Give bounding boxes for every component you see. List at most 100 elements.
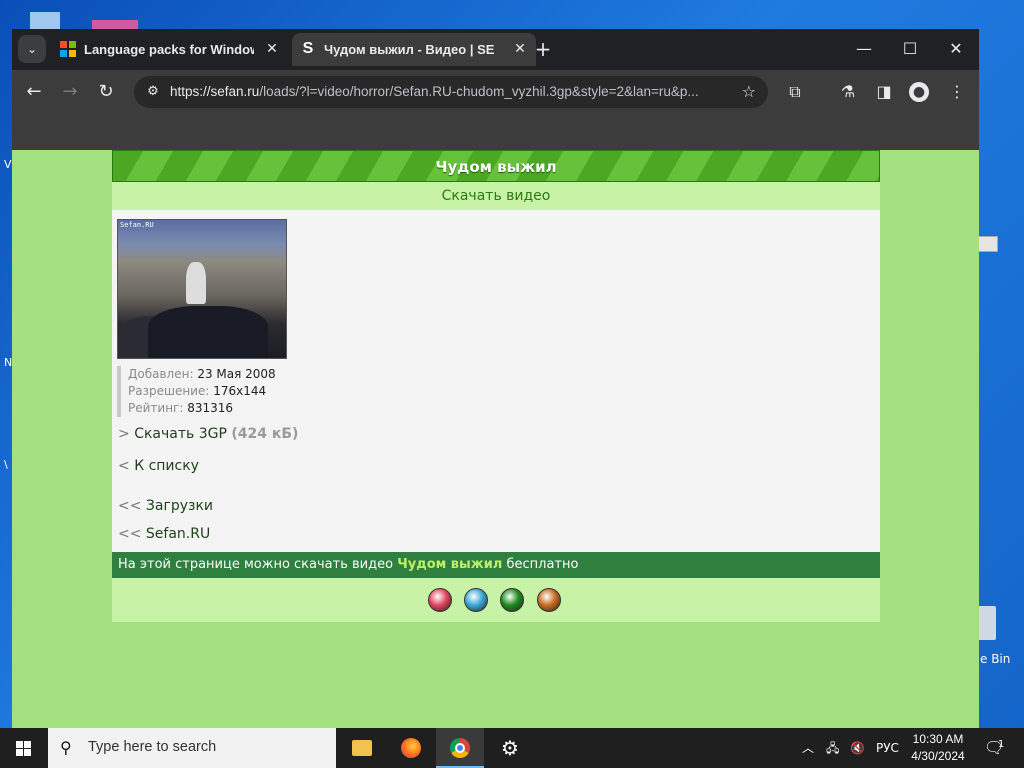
sefan-s-icon: S — [302, 40, 314, 57]
back-to-list-link[interactable]: К списку — [134, 458, 199, 474]
style-switcher — [112, 578, 880, 622]
style-ball-pink[interactable] — [428, 588, 452, 612]
thumbnail-watermark: Sefan.RU — [120, 221, 154, 229]
arrow: << — [118, 498, 142, 514]
home-row: << Sefan.RU — [118, 526, 210, 542]
desktop-icon-file[interactable] — [978, 236, 998, 252]
show-hidden-icons-chevron-icon[interactable]: ︿ — [802, 728, 814, 768]
meta-added: Добавлен: 23 Мая 2008 — [128, 366, 276, 383]
back-to-list-row: < К списку — [118, 458, 199, 474]
home-link[interactable]: Sefan.RU — [146, 526, 210, 542]
bookmarks-bar — [12, 114, 979, 150]
meta-label: Добавлен: — [128, 367, 194, 381]
meta-value: 831316 — [187, 401, 234, 415]
url-text[interactable]: https://sefan.ru/loads/?l=video/horror/S… — [170, 84, 730, 99]
arrow: < — [118, 458, 130, 474]
side-panel-icon[interactable]: ◨ — [872, 80, 896, 104]
meta-value: 176x144 — [213, 384, 267, 398]
start-button[interactable] — [0, 728, 48, 768]
thumbnail-crowd — [148, 306, 268, 358]
reload-button[interactable]: ↻ — [94, 80, 118, 104]
tab-language-packs[interactable]: Language packs for Windows - ✕ — [52, 33, 288, 66]
close-window-button[interactable]: ✕ — [942, 37, 970, 61]
download-3gp-row: > Скачать 3GP (424 кБ) — [118, 426, 298, 442]
extensions-icon[interactable]: ⧉ — [783, 80, 807, 104]
close-icon[interactable]: ✕ — [512, 40, 528, 56]
taskbar-chrome[interactable] — [436, 728, 484, 768]
arrow: > — [118, 426, 130, 442]
arrow: << — [118, 526, 142, 542]
url-host: https://sefan.ru — [170, 84, 260, 99]
desktop-icon-label-edge: N — [4, 356, 13, 369]
search-placeholder: Type here to search — [88, 739, 217, 755]
meta-label: Рейтинг: — [128, 401, 184, 415]
url-path: /loads/?l=video/horror/Sefan.RU-chudom_v… — [259, 84, 699, 99]
taskbar-clock[interactable]: 10:30 AM 4/30/2024 — [904, 731, 972, 765]
page-content: Чудом выжил Скачать видео Sefan.RU Добав… — [112, 150, 880, 622]
tab-search-button[interactable]: ⌄ — [18, 35, 46, 63]
tab-strip: ⌄ Language packs for Windows - ✕ S Чудом… — [12, 29, 979, 70]
meta-rating: Рейтинг: 831316 — [128, 400, 276, 417]
browser-toolbar: ← → ↻ ⚙ https://sefan.ru/loads/?l=video/… — [12, 70, 979, 114]
downloads-row: << Загрузки — [118, 498, 213, 514]
taskbar-firefox[interactable] — [387, 728, 435, 768]
forward-button[interactable]: → — [58, 80, 82, 104]
footer-description: На этой странице можно скачать видео Чуд… — [112, 552, 880, 578]
footer-prefix: На этой странице можно скачать видео — [118, 557, 394, 572]
downloads-link[interactable]: Загрузки — [146, 498, 213, 514]
taskbar-settings[interactable]: ⚙ — [485, 728, 533, 768]
thumbnail-figure — [186, 262, 206, 304]
clock-time: 10:30 AM — [912, 732, 964, 746]
volume-muted-icon[interactable]: 🔇 — [850, 728, 865, 768]
desktop-icon-label-edge: \ — [4, 458, 8, 471]
taskbar-search-box[interactable]: ⚲ Type here to search — [48, 728, 336, 768]
meta-label: Разрешение: — [128, 384, 210, 398]
bookmark-star-icon[interactable]: ☆ — [742, 82, 756, 102]
style-ball-blue[interactable] — [464, 588, 488, 612]
browser-window: ⌄ Language packs for Windows - ✕ S Чудом… — [12, 29, 979, 728]
video-meta: Добавлен: 23 Мая 2008 Разрешение: 176x14… — [117, 366, 276, 417]
chrome-icon — [450, 738, 470, 758]
search-icon: ⚲ — [60, 738, 72, 757]
profile-avatar-icon[interactable]: ● — [909, 82, 929, 102]
footer-suffix: бесплатно — [506, 557, 579, 572]
recycle-bin-icon[interactable] — [976, 606, 996, 640]
folder-icon — [352, 740, 372, 756]
tab-sefan-video[interactable]: S Чудом выжил - Видео | SEfan ✕ — [292, 33, 536, 66]
close-icon[interactable]: ✕ — [264, 40, 280, 56]
taskbar: ⚲ Type here to search ⚙ ︿ 🖧 🔇 РУС 10:30 … — [0, 728, 1024, 768]
tab-title: Чудом выжил - Видео | SEfan — [324, 42, 494, 57]
windows-logo-icon — [60, 41, 76, 57]
labs-icon[interactable]: ⚗ — [836, 80, 860, 104]
file-size: (424 кБ) — [231, 426, 299, 442]
back-button[interactable]: ← — [22, 80, 46, 104]
page-title: Чудом выжил — [112, 150, 880, 182]
firefox-icon — [401, 738, 421, 758]
notification-count: 1 — [998, 739, 1005, 750]
clock-date: 4/30/2024 — [911, 749, 965, 763]
windows-start-icon — [16, 741, 31, 756]
new-tab-button[interactable]: + — [532, 38, 554, 60]
maximize-button[interactable]: ☐ — [896, 37, 924, 61]
menu-icon[interactable]: ⋮ — [945, 80, 969, 104]
meta-resolution: Разрешение: 176x144 — [128, 383, 276, 400]
site-info-icon[interactable]: ⚙ — [144, 83, 162, 101]
footer-highlight: Чудом выжил — [397, 557, 503, 572]
video-thumbnail[interactable]: Sefan.RU — [117, 219, 287, 359]
network-icon[interactable]: 🖧 — [826, 728, 839, 768]
tab-title: Language packs for Windows - — [84, 42, 254, 57]
gear-icon: ⚙ — [501, 736, 519, 760]
language-indicator[interactable]: РУС — [876, 728, 899, 768]
style-ball-green[interactable] — [500, 588, 524, 612]
video-details: Sefan.RU Добавлен: 23 Мая 2008 Разрешени… — [112, 210, 880, 552]
page-viewport: Чудом выжил Скачать видео Sefan.RU Добав… — [12, 150, 979, 728]
meta-value: 23 Мая 2008 — [197, 367, 276, 381]
desktop-icon-label-edge: V — [4, 158, 12, 171]
minimize-button[interactable]: — — [850, 37, 878, 61]
address-bar[interactable]: ⚙ https://sefan.ru/loads/?l=video/horror… — [134, 76, 768, 108]
recycle-bin-label: e Bin — [980, 652, 1011, 666]
download-3gp-link[interactable]: Скачать 3GP — [134, 426, 227, 442]
style-ball-orange[interactable] — [537, 588, 561, 612]
download-video-link[interactable]: Скачать видео — [112, 182, 880, 210]
taskbar-file-explorer[interactable] — [338, 728, 386, 768]
